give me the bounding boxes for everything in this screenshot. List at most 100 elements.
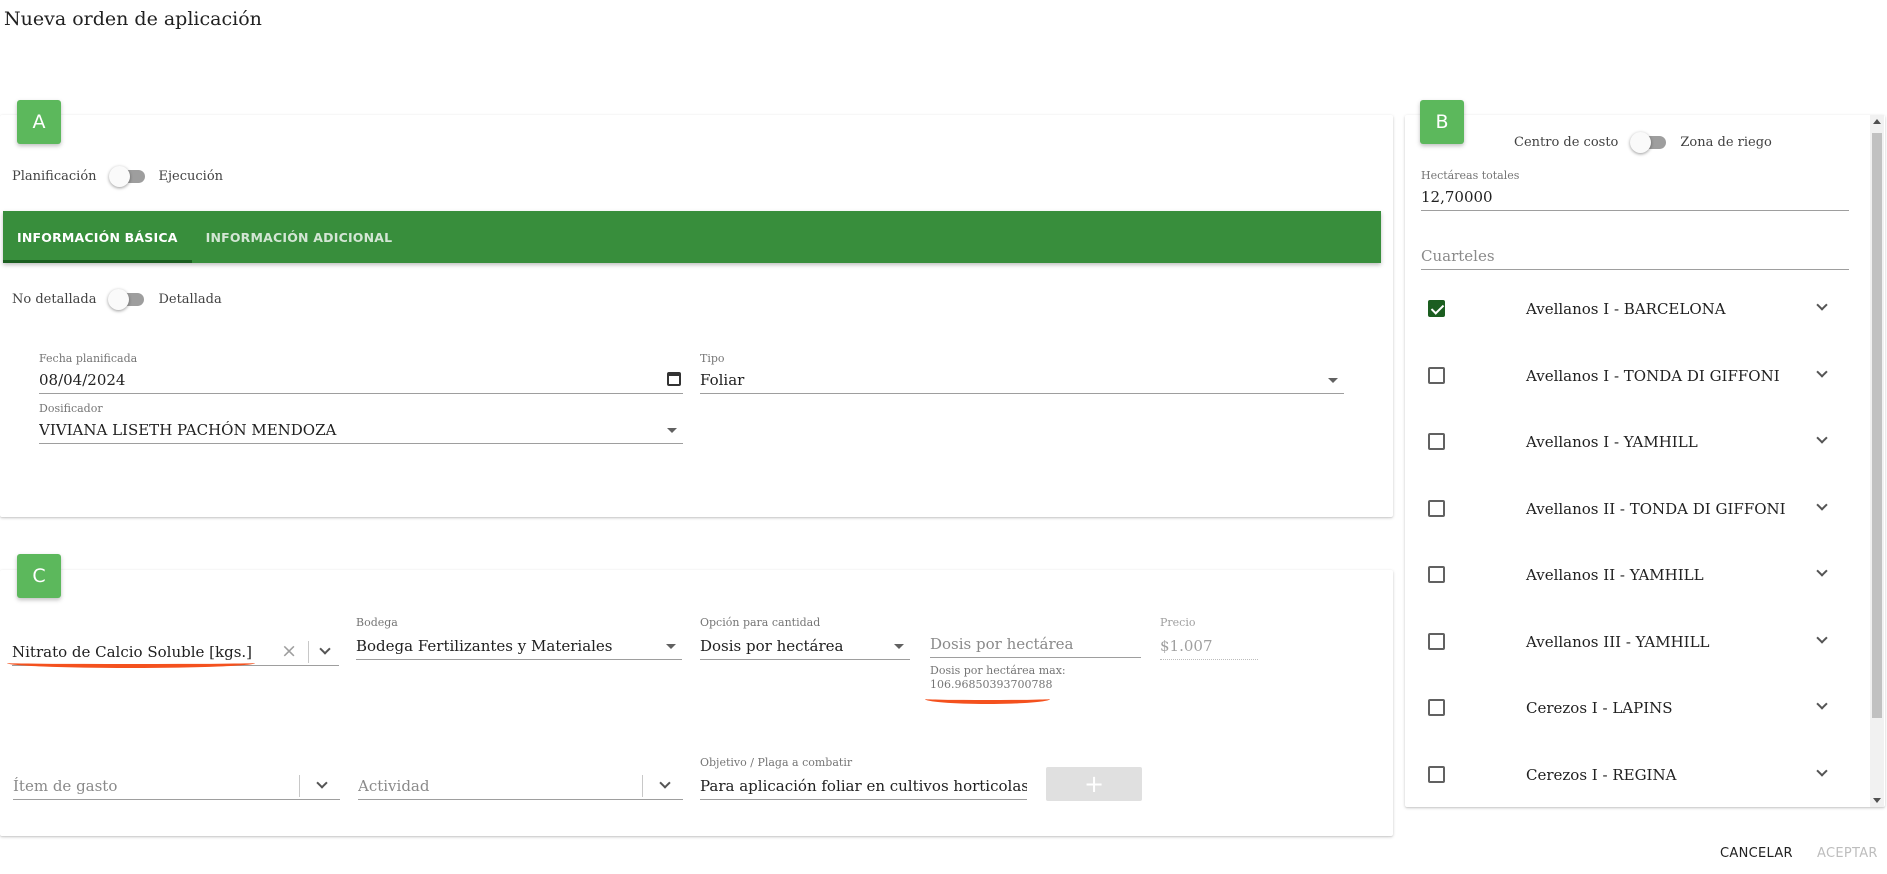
checkbox-icon[interactable] [1428, 765, 1445, 783]
mode-toggle-left-label: Planificación [12, 168, 97, 184]
checkbox-icon[interactable] [1428, 433, 1445, 450]
chevron-down-icon[interactable] [1816, 432, 1828, 444]
cuartel-label: Cerezos I - REGINA [1526, 765, 1677, 784]
precio-value: $1.007 [1160, 632, 1258, 660]
mode-toggle-switch[interactable] [108, 165, 147, 187]
detail-toggle-left-label: No detallada [12, 291, 97, 307]
detail-toggle-switch[interactable] [108, 288, 146, 310]
chevron-down-icon[interactable] [1816, 698, 1828, 710]
caret-down-icon [667, 428, 677, 433]
tipo-input[interactable]: Foliar [700, 366, 1344, 394]
tipo-select[interactable]: Tipo Foliar [700, 352, 1344, 394]
cuartel-list-item[interactable]: Avellanos I - YAMHILL [1408, 409, 1848, 475]
precio-field: Precio $1.007 [1160, 616, 1258, 660]
tab-additional-info[interactable]: INFORMACIÓN ADICIONAL [192, 211, 407, 263]
cuarteles-input[interactable]: Cuarteles [1421, 242, 1849, 270]
fecha-value: 08/04/2024 [39, 370, 126, 389]
dosis-input[interactable]: Dosis por hectárea [930, 630, 1141, 658]
cuartel-label: Avellanos II - YAMHILL [1526, 566, 1704, 584]
item-gasto-placeholder: Ítem de gasto [13, 776, 118, 795]
dosificador-input[interactable]: VIVIANA LISETH PACHÓN MENDOZA [39, 416, 683, 444]
section-a-badge: A [17, 100, 61, 144]
cuarteles-scrollbar[interactable] [1870, 115, 1884, 807]
accept-button[interactable]: ACEPTAR [1817, 846, 1878, 861]
item-gasto-input[interactable]: Ítem de gasto [13, 772, 340, 800]
bodega-label: Bodega [356, 616, 398, 629]
dosificador-select[interactable]: Dosificador VIVIANA LISETH PACHÓN MENDOZ… [39, 402, 683, 444]
checkbox-icon[interactable] [1428, 499, 1445, 517]
cuartel-label: Avellanos I - TONDA DI GIFFONI [1526, 366, 1780, 385]
dosis-hint-label: Dosis por hectárea max: [930, 664, 1066, 677]
add-product-button[interactable]: + [1046, 767, 1142, 801]
chevron-down-icon[interactable] [1816, 631, 1828, 644]
clear-icon[interactable]: × [281, 640, 297, 662]
cancel-button[interactable]: CANCELAR [1720, 846, 1793, 861]
opcion-value: Dosis por hectárea [700, 636, 844, 655]
actividad-placeholder: Actividad [358, 776, 430, 795]
producto-divider [308, 641, 309, 663]
scroll-up-arrow-icon[interactable] [1873, 119, 1881, 124]
opcion-input[interactable]: Dosis por hectárea [700, 632, 910, 660]
tab-basic-info[interactable]: INFORMACIÓN BÁSICA [3, 211, 192, 263]
chevron-down-icon[interactable] [1816, 299, 1828, 311]
cuartel-label: Avellanos I - BARCELONA [1526, 300, 1726, 318]
checkbox-checked-icon[interactable] [1428, 300, 1445, 317]
caret-down-icon [1328, 378, 1338, 383]
objetivo-input[interactable]: Para aplicación foliar en cultivos horti… [700, 772, 1027, 800]
bodega-select[interactable]: Bodega Bodega Fertilizantes y Materiales [356, 616, 682, 660]
precio-label: Precio [1160, 616, 1196, 629]
mode-toggle-row: Planificación Ejecución [12, 165, 223, 187]
scroll-thumb[interactable] [1872, 133, 1882, 718]
fecha-input[interactable]: 08/04/2024 [39, 366, 683, 394]
tab-bar: INFORMACIÓN BÁSICA INFORMACIÓN ADICIONAL [3, 211, 1381, 263]
cuartel-list-item[interactable]: Avellanos II - TONDA DI GIFFONI [1408, 476, 1848, 542]
cuartel-label: Avellanos I - YAMHILL [1526, 433, 1698, 451]
checkbox-icon[interactable] [1428, 566, 1445, 583]
checkbox-icon[interactable] [1428, 366, 1445, 384]
tipo-label: Tipo [700, 352, 725, 365]
detail-toggle-row: No detallada Detallada [12, 288, 222, 310]
cuartel-list-item[interactable]: Cerezos I - REGINA [1408, 742, 1848, 808]
highlight-underline-dosis [925, 694, 1050, 704]
mode-toggle-right-label: Ejecución [158, 168, 224, 184]
chevron-down-icon[interactable] [1816, 498, 1828, 511]
chevron-down-icon[interactable] [1816, 764, 1828, 777]
cuartel-list-item[interactable]: Cerezos I - LAPINS [1408, 675, 1848, 741]
chevron-down-icon[interactable] [316, 777, 328, 789]
highlight-underline-producto [7, 658, 255, 668]
hectareas-field[interactable]: Hectáreas totales 12,70000 [1421, 169, 1849, 211]
chevron-down-icon[interactable] [1816, 365, 1828, 378]
fecha-planificada-field[interactable]: Fecha planificada 08/04/2024 [39, 352, 683, 394]
cost-toggle-right-label: Zona de riego [1680, 134, 1772, 150]
chevron-down-icon[interactable] [659, 777, 671, 789]
cuartel-list-item[interactable]: Avellanos II - YAMHILL [1408, 542, 1848, 608]
item-gasto-autocomplete[interactable]: Ítem de gasto [13, 772, 340, 800]
tipo-value: Foliar [700, 370, 745, 389]
bodega-input[interactable]: Bodega Fertilizantes y Materiales [356, 632, 682, 660]
cuartel-list-item[interactable]: Avellanos I - BARCELONA [1408, 276, 1848, 342]
cost-toggle-switch[interactable] [1630, 131, 1668, 153]
opcion-cantidad-select[interactable]: Opción para cantidad Dosis por hectárea [700, 616, 910, 660]
bodega-value: Bodega Fertilizantes y Materiales [356, 636, 613, 655]
item-gasto-divider [299, 775, 300, 797]
actividad-autocomplete[interactable]: Actividad [358, 772, 683, 800]
calendar-icon[interactable] [667, 372, 681, 386]
actividad-divider [642, 775, 643, 797]
chevron-down-icon[interactable] [319, 643, 331, 655]
cuartel-label: Avellanos II - TONDA DI GIFFONI [1526, 499, 1786, 518]
cuartel-label: Avellanos III - YAMHILL [1526, 632, 1710, 651]
cuarteles-search[interactable]: Cuarteles [1421, 242, 1849, 270]
actividad-input[interactable]: Actividad [358, 772, 683, 800]
cuartel-list-item[interactable]: Avellanos III - YAMHILL [1408, 609, 1848, 675]
hectareas-label: Hectáreas totales [1421, 169, 1520, 182]
dosificador-label: Dosificador [39, 402, 103, 415]
hectareas-input[interactable]: 12,70000 [1421, 183, 1849, 211]
objetivo-field[interactable]: Objetivo / Plaga a combatir Para aplicac… [700, 756, 1027, 800]
cuartel-list-item[interactable]: Avellanos I - TONDA DI GIFFONI [1408, 343, 1848, 409]
checkbox-icon[interactable] [1428, 699, 1445, 716]
checkbox-icon[interactable] [1428, 632, 1445, 650]
chevron-down-icon[interactable] [1816, 565, 1828, 577]
objetivo-label: Objetivo / Plaga a combatir [700, 756, 853, 769]
scroll-down-arrow-icon[interactable] [1873, 798, 1881, 803]
dosis-field[interactable]: Dosis por hectárea Dosis por hectárea ma… [930, 630, 1141, 691]
